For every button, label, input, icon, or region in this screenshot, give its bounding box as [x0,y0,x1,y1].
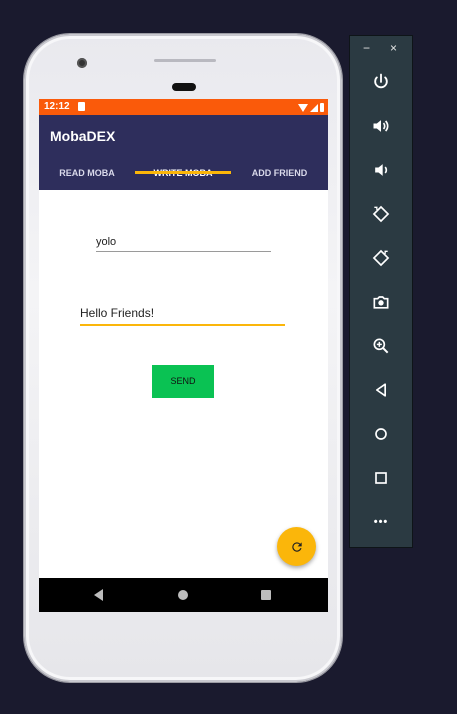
app-title: MobaDEX [50,128,116,144]
nav-home-icon[interactable] [178,590,188,600]
tab-write-moba[interactable]: WRITE MOBA [135,163,231,190]
rotate-right-icon [372,249,390,267]
close-button[interactable]: × [390,41,397,55]
tab-read-moba[interactable]: READ MOBA [39,163,135,190]
active-tab-indicator [135,171,231,174]
android-nav-bar [39,578,328,612]
status-icons [298,102,324,112]
nav-recents-icon[interactable] [261,590,271,600]
back-icon [376,383,386,397]
zoom-button[interactable] [365,332,397,360]
more-button[interactable]: ••• [365,508,397,536]
send-button[interactable]: SEND [152,365,214,398]
volume-up-button[interactable] [365,112,397,140]
tab-add-friend[interactable]: ADD FRIEND [231,163,328,190]
volume-down-icon [375,164,388,176]
overview-button[interactable] [365,464,397,492]
phone-screen: 12:12 MobaDEX READ MOBA WRITE MOBA ADD F… [39,99,328,612]
nav-back-icon[interactable] [94,589,103,601]
speaker-grill [154,59,216,62]
sd-card-icon [78,102,85,111]
name-input[interactable] [96,233,271,252]
wifi-icon [298,104,308,112]
app-bar: MobaDEX READ MOBA WRITE MOBA ADD FRIEND [39,115,328,190]
front-camera [77,58,87,68]
home-button[interactable] [365,420,397,448]
minimize-button[interactable]: − [363,41,370,55]
battery-icon [320,103,324,112]
toolbar-window-controls: − × [350,41,412,57]
rotate-left-icon [372,205,390,223]
write-moba-content: SEND [39,190,328,578]
zoom-icon [373,338,389,354]
message-input[interactable] [80,302,285,326]
rotate-right-button[interactable] [365,244,397,272]
status-bar: 12:12 [39,99,328,115]
emulator-toolbar: − × ••• [349,35,413,548]
volume-down-button[interactable] [365,156,397,184]
back-button[interactable] [365,376,397,404]
rotate-left-button[interactable] [365,200,397,228]
power-icon [374,73,388,89]
refresh-fab[interactable] [277,527,316,566]
volume-up-icon [373,120,389,132]
overview-icon [375,472,387,484]
tab-bar: READ MOBA WRITE MOBA ADD FRIEND [39,163,328,190]
signal-icon [310,104,318,112]
home-icon [375,428,387,440]
earpiece [172,83,196,91]
screenshot-button[interactable] [365,288,397,316]
power-button[interactable] [365,68,397,96]
status-time: 12:12 [44,101,70,112]
refresh-icon [291,541,302,552]
camera-icon [373,296,389,309]
